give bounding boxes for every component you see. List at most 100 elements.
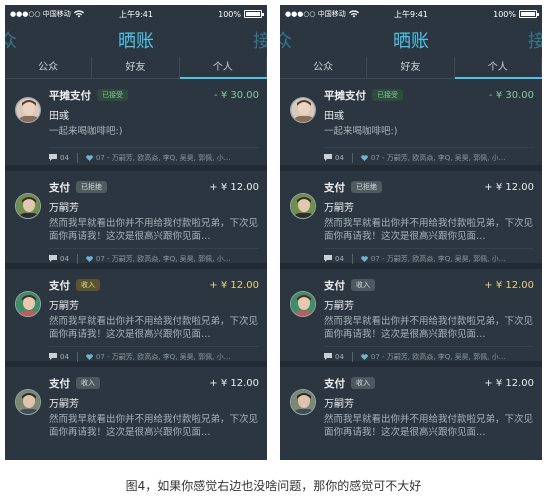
like-list: 07 - 万嗣芳, 欧高焱, 李Q, 吴昊, 郭佩, 小… <box>95 254 231 263</box>
comment-count: 04 <box>60 352 69 361</box>
status-badge: 收入 <box>76 377 100 389</box>
message-text: 然而我早就看出你并不用给我付款啦兄弟，下次见面你再请我！这次是很高兴跟你见面… <box>49 218 259 242</box>
transaction-type: 支付 <box>49 377 70 390</box>
tab-friends[interactable]: 好友 <box>367 57 455 78</box>
tab-public[interactable]: 公众 <box>5 57 93 78</box>
avatar <box>15 291 41 317</box>
comment-count: 04 <box>335 352 344 361</box>
like-list: 07 - 万嗣芳, 欧高焱, 李Q, 吴昊, 郭佩, 小… <box>370 254 506 263</box>
next-page-peek[interactable]: 接 <box>253 27 267 53</box>
clock: 上午9:41 <box>394 9 428 19</box>
comment-count-button[interactable]: 04 <box>324 353 352 361</box>
comment-count: 04 <box>335 153 344 162</box>
like-list-button[interactable]: 07 - 万嗣芳, 欧高焱, 李Q, 吴昊, 郭佩, 小… <box>361 352 506 362</box>
prev-page-peek[interactable]: 众 <box>280 27 292 53</box>
tab-public[interactable]: 公众 <box>280 57 368 78</box>
sender-name: 田彧 <box>49 111 69 122</box>
like-list: 07 - 万嗣芳, 欧高焱, 李Q, 吴昊, 郭佩, 小… <box>95 352 231 361</box>
scroll-fade <box>280 437 542 460</box>
transaction-type: 支付 <box>324 279 345 292</box>
status-badge: 收入 <box>351 279 375 291</box>
message-text: 然而我早就看出你并不用给我付款啦兄弟，下次见面你再请我！这次是很高兴跟你见面… <box>324 218 534 242</box>
avatar <box>290 193 316 219</box>
comment-icon <box>49 154 57 161</box>
sender-name: 田彧 <box>324 111 344 122</box>
prev-page-peek[interactable]: 众 <box>5 27 17 53</box>
tab-friends[interactable]: 好友 <box>92 57 180 78</box>
amount: + ¥ 12.00 <box>484 377 534 389</box>
card-footer: 04 07 - 万嗣芳, 欧高焱, 李Q, 吴昊, 郭佩, 小… <box>324 147 534 167</box>
transaction-type: 支付 <box>49 181 70 194</box>
page-title: 晒账 <box>393 31 429 52</box>
amount: + ¥ 12.00 <box>209 181 259 193</box>
divider <box>351 152 353 163</box>
status-bar: ●●●○○ 中国移动 上午9:41 100% <box>280 5 542 23</box>
card-footer: 04 07 - 万嗣芳, 欧高焱, 李Q, 吴昊, 郭佩, 小… <box>49 346 259 366</box>
tab-personal[interactable]: 个人 <box>180 57 267 78</box>
like-list: 07 - 万嗣芳, 欧高焱, 李Q, 吴昊, 郭佩, 小… <box>370 153 506 162</box>
amount: + ¥ 12.00 <box>209 377 259 389</box>
list-item[interactable]: 支付 收入 + ¥ 12.00 万嗣芳 然而我早就看出你并不用给我付款啦兄弟，下… <box>5 269 267 367</box>
list-item[interactable]: 支付 已拒绝 + ¥ 12.00 万嗣芳 然而我早就看出你并不用给我付款啦兄弟，… <box>280 171 542 269</box>
list-item[interactable]: 支付 收入 + ¥ 12.00 万嗣芳 然而我早就看出你并不用给我付款啦兄弟，下… <box>280 269 542 367</box>
like-list: 07 - 万嗣芳, 欧高焱, 李Q, 吴昊, 郭佩, 小… <box>95 153 231 162</box>
sender-name: 万嗣芳 <box>324 301 354 312</box>
comment-count-button[interactable]: 04 <box>324 255 352 263</box>
message-text: 然而我早就看出你并不用给我付款啦兄弟，下次见面你再请我！这次是很高兴跟你见面… <box>49 316 259 340</box>
like-list: 07 - 万嗣芳, 欧高焱, 李Q, 吴昊, 郭佩, 小… <box>370 352 506 361</box>
heart-icon <box>361 154 368 161</box>
comment-icon <box>324 255 332 262</box>
message-text: 然而我早就看出你并不用给我付款啦兄弟，下次见面你再请我！这次是很高兴跟你见面… <box>49 414 259 438</box>
transaction-type: 支付 <box>324 377 345 390</box>
transaction-type: 支付 <box>49 279 70 292</box>
status-bar: ●●●○○ 中国移动 上午9:41 100% <box>5 5 267 23</box>
heart-icon <box>361 255 368 262</box>
comment-icon <box>324 154 332 161</box>
like-list-button[interactable]: 07 - 万嗣芳, 欧高焱, 李Q, 吴昊, 郭佩, 小… <box>86 254 231 264</box>
avatar <box>290 389 316 415</box>
nav-bar: 众 晒账 接 <box>5 23 267 57</box>
comment-count-button[interactable]: 04 <box>49 154 77 162</box>
divider <box>351 351 353 362</box>
message-text: 一起来喝咖啡吧:) <box>324 126 398 137</box>
transaction-type: 平摊支付 <box>324 89 366 102</box>
status-badge: 收入 <box>76 279 100 291</box>
list-item[interactable]: 支付 收入 + ¥ 12.00 万嗣芳 然而我早就看出你并不用给我付款啦兄弟，下… <box>5 367 267 460</box>
transaction-type: 平摊支付 <box>49 89 91 102</box>
comment-icon <box>49 255 57 262</box>
nav-bar: 众 晒账 接 <box>280 23 542 57</box>
list-item[interactable]: 支付 已拒绝 + ¥ 12.00 万嗣芳 然而我早就看出你并不用给我付款啦兄弟，… <box>5 171 267 269</box>
page-title: 晒账 <box>118 31 154 52</box>
avatar <box>15 193 41 219</box>
divider <box>76 351 78 362</box>
status-badge: 已拒绝 <box>76 181 107 193</box>
sender-name: 万嗣芳 <box>49 399 79 410</box>
like-list-button[interactable]: 07 - 万嗣芳, 欧高焱, 李Q, 吴昊, 郭佩, 小… <box>361 254 506 264</box>
list-item[interactable]: 平摊支付 已接受 - ¥ 30.00 田彧 一起来喝咖啡吧:) 04 07 - … <box>5 79 267 171</box>
like-list-button[interactable]: 07 - 万嗣芳, 欧高焱, 李Q, 吴昊, 郭佩, 小… <box>86 352 231 362</box>
like-list-button[interactable]: 07 - 万嗣芳, 欧高焱, 李Q, 吴昊, 郭佩, 小… <box>361 153 506 163</box>
avatar <box>15 389 41 415</box>
sender-name: 万嗣芳 <box>324 399 354 410</box>
phone-screen-right: ●●●○○ 中国移动 上午9:41 100% 众 晒账 接 公众 好友 个人 平… <box>280 5 542 460</box>
battery-icon <box>244 10 264 18</box>
message-text: 然而我早就看出你并不用给我付款啦兄弟，下次见面你再请我！这次是很高兴跟你见面… <box>324 414 534 438</box>
status-badge: 已拒绝 <box>351 181 382 193</box>
transaction-type: 支付 <box>324 181 345 194</box>
list-item[interactable]: 支付 收入 + ¥ 12.00 万嗣芳 然而我早就看出你并不用给我付款啦兄弟，下… <box>280 367 542 460</box>
card-footer: 04 07 - 万嗣芳, 欧高焱, 李Q, 吴昊, 郭佩, 小… <box>324 248 534 268</box>
heart-icon <box>361 353 368 360</box>
tab-personal[interactable]: 个人 <box>455 57 542 78</box>
card-footer: 04 07 - 万嗣芳, 欧高焱, 李Q, 吴昊, 郭佩, 小… <box>49 248 259 268</box>
comment-count-button[interactable]: 04 <box>324 154 352 162</box>
next-page-peek[interactable]: 接 <box>528 27 542 53</box>
like-list-button[interactable]: 07 - 万嗣芳, 欧高焱, 李Q, 吴昊, 郭佩, 小… <box>86 153 231 163</box>
battery-icon <box>519 10 539 18</box>
comment-count: 04 <box>60 254 69 263</box>
comment-count-button[interactable]: 04 <box>49 255 77 263</box>
heart-icon <box>86 353 93 360</box>
list-item[interactable]: 平摊支付 已接受 - ¥ 30.00 田彧 一起来喝咖啡吧:) 04 07 - … <box>280 79 542 171</box>
amount: - ¥ 30.00 <box>489 89 534 101</box>
message-text: 然而我早就看出你并不用给我付款啦兄弟，下次见面你再请我！这次是很高兴跟你见面… <box>324 316 534 340</box>
comment-count-button[interactable]: 04 <box>49 353 77 361</box>
